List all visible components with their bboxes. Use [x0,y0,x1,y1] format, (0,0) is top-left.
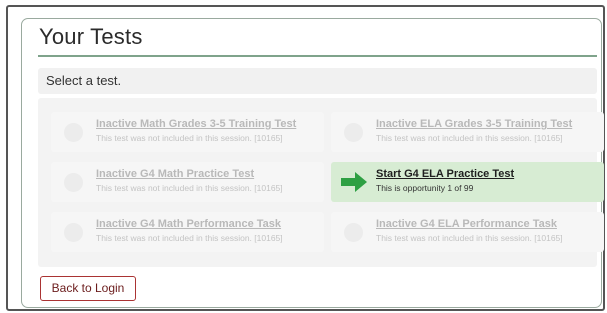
test-tile-inactive: Inactive G4 Math Performance Task This t… [51,212,324,252]
test-description: This is opportunity 1 of 99 [376,183,474,193]
test-tile-inactive: Inactive G4 ELA Performance Task This te… [331,212,604,252]
test-name[interactable]: Start G4 ELA Practice Test [376,168,514,180]
tests-panel: Your Tests Select a test. Inactive Math … [21,18,604,308]
circle-icon [344,123,363,142]
test-tile-inactive: Inactive ELA Grades 3-5 Training Test Th… [331,112,604,152]
start-test-button[interactable]: Start G4 ELA Practice Test This is oppor… [331,162,604,202]
test-name: Inactive Math Grades 3-5 Training Test [96,118,297,130]
page-title: Your Tests [39,24,143,49]
test-name: Inactive G4 Math Performance Task [96,218,282,230]
test-description: This test was not included in this sessi… [376,133,563,143]
test-description: This test was not included in this sessi… [376,233,563,243]
instruction-bar: Select a test. [38,68,597,94]
circle-icon [344,223,363,242]
test-description: This test was not included in this sessi… [96,133,283,143]
test-name: Inactive G4 Math Practice Test [96,168,255,180]
test-description: This test was not included in this sessi… [96,183,283,193]
circle-icon [64,123,83,142]
test-grid: Inactive Math Grades 3-5 Training Test T… [38,98,604,267]
test-name: Inactive ELA Grades 3-5 Training Test [376,118,573,130]
test-tile-inactive: Inactive Math Grades 3-5 Training Test T… [51,112,324,152]
title-divider [38,55,597,57]
back-to-login-button[interactable]: Back to Login [40,276,136,301]
circle-icon [64,223,83,242]
instruction-text: Select a test. [46,73,122,88]
test-name: Inactive G4 ELA Performance Task [376,218,557,230]
test-tile-inactive: Inactive G4 Math Practice Test This test… [51,162,324,202]
right-arrow-icon [341,172,367,192]
circle-icon [64,173,83,192]
browser-frame: Your Tests Select a test. Inactive Math … [6,5,605,311]
test-description: This test was not included in this sessi… [96,233,283,243]
